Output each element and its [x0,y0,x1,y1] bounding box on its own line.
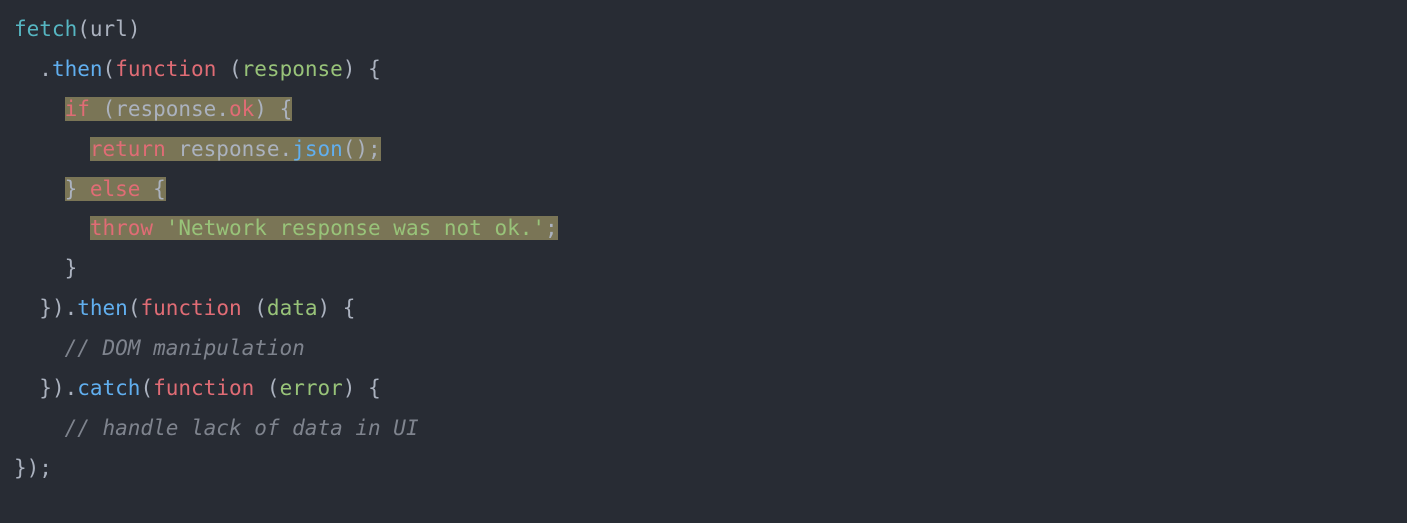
code-token: ( [242,296,267,320]
code-token: function [115,57,216,81]
code-token: // handle lack of data in UI [65,416,419,440]
code-token: } [65,256,78,280]
code-token: }). [39,296,77,320]
code-line-10: }).catch(function (error) { [14,369,1393,409]
code-line-6: throw 'Network response was not ok.'; [14,209,1393,249]
code-token: then [52,57,103,81]
code-token: ) { [343,376,381,400]
code-line-12: }); [14,449,1393,489]
code-token: function [140,296,241,320]
code-line-3: if (response.ok) { [14,90,1393,130]
code-token: ( [140,376,153,400]
code-token: ; [545,216,558,240]
code-token: error [280,376,343,400]
code-token: ( [216,57,241,81]
code-line-7: } [14,249,1393,289]
code-token: (); [343,137,381,161]
highlight: if (response.ok) { [65,97,293,121]
code-token: then [77,296,128,320]
code-token: ) { [318,296,356,320]
code-indent [14,97,65,121]
code-token [166,137,179,161]
code-line-1: fetch(url) [14,10,1393,50]
code-token: ok [229,97,254,121]
code-token: return [90,137,166,161]
code-token: data [267,296,318,320]
code-token: ) [128,17,141,41]
code-indent [14,177,65,201]
code-token [153,216,166,240]
code-token: if [65,97,90,121]
code-token: ( [90,97,115,121]
code-token: { [140,177,165,201]
code-token: url [90,17,128,41]
highlight: return response.json(); [90,137,381,161]
code-indent [14,216,90,240]
code-token: ) { [254,97,292,121]
code-token: // DOM manipulation [65,336,305,360]
code-token: ( [254,376,279,400]
highlight: } else { [65,177,166,201]
code-token: } [65,177,90,201]
code-token: function [153,376,254,400]
code-indent [14,376,39,400]
code-token: response [115,97,216,121]
code-indent [14,256,65,280]
code-token: ) { [343,57,381,81]
code-line-5: } else { [14,170,1393,210]
code-token: 'Network response was not ok.' [166,216,545,240]
code-indent [14,336,65,360]
code-token: throw [90,216,153,240]
code-token: fetch [14,17,77,41]
code-line-11: // handle lack of data in UI [14,409,1393,449]
code-token: else [90,177,141,201]
code-indent [14,57,39,81]
code-token: response [242,57,343,81]
code-token: ( [77,17,90,41]
code-token: ( [128,296,141,320]
code-line-9: // DOM manipulation [14,329,1393,369]
code-token: . [280,137,293,161]
code-block[interactable]: fetch(url) .then(function (response) { i… [14,10,1393,489]
code-indent [14,296,39,320]
code-token: }). [39,376,77,400]
code-token: ( [103,57,116,81]
code-token: . [39,57,52,81]
code-token: }); [14,456,52,480]
code-token: json [292,137,343,161]
code-line-8: }).then(function (data) { [14,289,1393,329]
code-token: catch [77,376,140,400]
code-indent [14,137,90,161]
code-token: response [178,137,279,161]
highlight: throw 'Network response was not ok.'; [90,216,558,240]
code-token: . [216,97,229,121]
code-indent [14,416,65,440]
code-line-4: return response.json(); [14,130,1393,170]
code-line-2: .then(function (response) { [14,50,1393,90]
